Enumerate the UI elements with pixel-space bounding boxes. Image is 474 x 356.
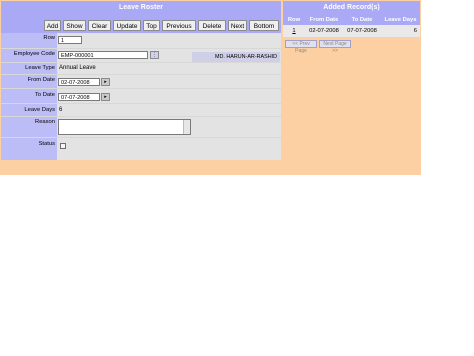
previous-button[interactable]: Previous xyxy=(162,20,196,31)
status-label: Status xyxy=(38,141,55,147)
row-divider xyxy=(1,48,281,49)
calendar-icon[interactable]: ▸ xyxy=(101,78,110,86)
form-title: Leave Roster xyxy=(1,1,281,15)
update-button[interactable]: Update xyxy=(113,20,141,31)
from-date-label: From Date xyxy=(27,77,55,83)
record-to-date: 07-07-2008 xyxy=(347,28,377,34)
leave-type-value: Annual Leave xyxy=(59,65,96,71)
from-date-input[interactable]: 02-07-2008 xyxy=(58,78,100,86)
leave-days-label: Leave Days xyxy=(24,107,55,113)
col-header-leave-days: Leave Days xyxy=(384,17,417,23)
records-title: Added Record(s) xyxy=(283,1,420,15)
reason-label: Reason xyxy=(35,119,55,125)
row-divider xyxy=(1,88,281,89)
col-header-to-date: To Date xyxy=(351,17,373,23)
status-checkbox[interactable] xyxy=(60,143,66,149)
row-input[interactable]: 1 xyxy=(58,36,82,44)
row-divider xyxy=(1,116,281,117)
show-button[interactable]: Show xyxy=(63,20,86,31)
top-button[interactable]: Top xyxy=(143,20,160,31)
to-date-input[interactable]: 07-07-2008 xyxy=(58,93,100,101)
record-row-link[interactable]: 1 xyxy=(283,25,305,37)
record-leave-days: 6 xyxy=(413,28,417,34)
row-divider xyxy=(1,103,281,104)
row-divider xyxy=(1,137,281,138)
col-header-row: Row xyxy=(287,17,301,23)
employee-name: MD. HARUN-AR-RASHID xyxy=(192,52,280,62)
scrollbar[interactable] xyxy=(183,120,190,134)
prev-page-button[interactable]: << Prev Page xyxy=(285,40,317,54)
search-icon[interactable]: ⋮ xyxy=(150,51,159,59)
employee-code-input[interactable]: EMP-000001 xyxy=(58,51,148,59)
clear-button[interactable]: Clear xyxy=(88,20,111,31)
delete-button[interactable]: Delete xyxy=(198,20,226,31)
add-button[interactable]: Add xyxy=(44,20,61,31)
employee-code-label: Employee Code xyxy=(13,51,55,57)
row-label: Row xyxy=(43,35,55,41)
row-divider xyxy=(1,62,281,63)
leave-type-label: Leave Type xyxy=(25,65,55,71)
bottom-button[interactable]: Bottom xyxy=(249,20,279,31)
next-page-button[interactable]: Next Page >> xyxy=(319,40,351,54)
record-from-date: 02-07-2008 xyxy=(309,28,339,34)
col-header-from-date: From Date xyxy=(309,17,339,23)
leave-days-value: 6 xyxy=(59,107,63,113)
calendar-icon[interactable]: ▸ xyxy=(101,93,110,101)
next-button[interactable]: Next xyxy=(228,20,247,31)
row-divider xyxy=(1,74,281,75)
to-date-label: To Date xyxy=(35,92,55,98)
reason-textarea[interactable] xyxy=(58,119,191,135)
